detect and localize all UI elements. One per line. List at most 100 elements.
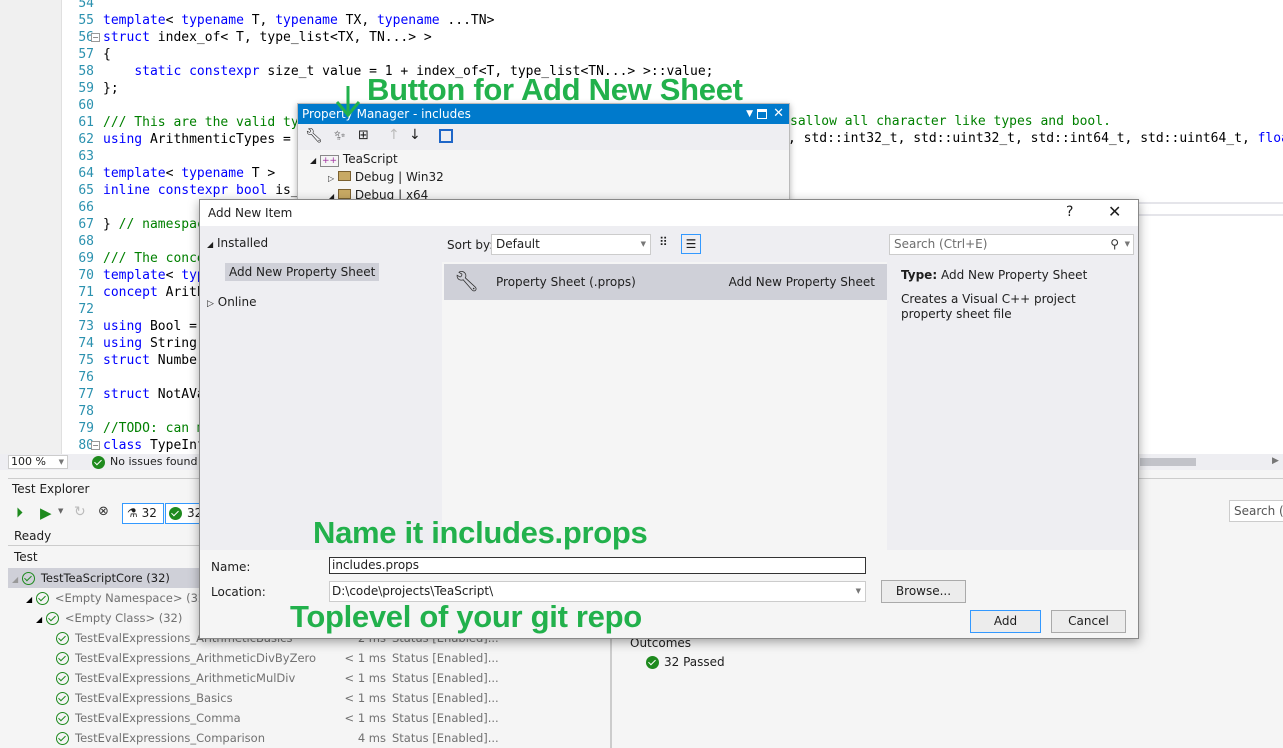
run-all-icon[interactable]: ⏵ bbox=[16, 505, 23, 521]
passed-icon bbox=[56, 692, 69, 705]
keyword: static constexpr bbox=[134, 64, 260, 79]
line-number: 78 bbox=[78, 404, 94, 419]
issues-text: No issues found bbox=[110, 455, 198, 468]
category-installed[interactable]: ◢ Installed bbox=[207, 236, 268, 250]
name-input[interactable]: includes.props bbox=[329, 557, 866, 574]
status-text: Ready bbox=[14, 529, 52, 543]
test-traits: Status [Enabled]... bbox=[392, 731, 499, 745]
keyword: template bbox=[103, 268, 166, 283]
dropdown-icon[interactable]: ▼ bbox=[746, 104, 753, 124]
test-duration: < 1 ms bbox=[344, 671, 386, 685]
chevron-down-icon[interactable]: ▼ bbox=[58, 507, 63, 515]
line-number: 61 bbox=[78, 115, 94, 130]
keyword: using bbox=[103, 132, 143, 147]
total-tests-filter[interactable]: ⚗ 32 bbox=[122, 503, 164, 524]
move-down-icon[interactable]: ↓ bbox=[409, 127, 421, 143]
code-text: T, bbox=[243, 13, 276, 28]
wrench-icon[interactable]: 🔧︎ bbox=[305, 128, 323, 144]
property-manager-window: Property Manager - includes ▼ ✕ 🔧︎ ✨︎ ⊞ … bbox=[297, 103, 790, 203]
template-list: 🔧︎ Property Sheet (.props) Add New Prope… bbox=[444, 262, 887, 550]
browse-button[interactable]: Browse... bbox=[881, 580, 966, 603]
line-number: 57 bbox=[78, 47, 94, 62]
line-number: 67 bbox=[78, 217, 94, 232]
test-search-input[interactable]: Search (C bbox=[1229, 500, 1283, 522]
keyword: using bbox=[103, 319, 143, 334]
run-icon[interactable]: ▶ bbox=[40, 504, 52, 522]
add-button[interactable]: Add bbox=[970, 610, 1041, 633]
tree-row-class[interactable]: ◢ <Empty Class> (32) bbox=[36, 608, 182, 628]
maximize-icon[interactable] bbox=[757, 109, 767, 119]
code-line: }; bbox=[103, 80, 119, 97]
test-name: TestEvalExpressions_Comparison bbox=[75, 731, 265, 745]
scroll-right-icon[interactable]: ▶ bbox=[1272, 456, 1279, 466]
test-traits: Status [Enabled]... bbox=[392, 651, 499, 665]
passed-icon bbox=[21, 572, 35, 585]
tree-project[interactable]: ◢ ++ TeaScript bbox=[310, 152, 398, 167]
tree-row-namespace[interactable]: ◢ <Empty Namespace> (32) bbox=[26, 588, 210, 608]
line-number: 55 bbox=[78, 13, 94, 28]
cancel-button[interactable]: Cancel bbox=[1051, 610, 1126, 633]
category-add-new-property-sheet[interactable]: Add New Property Sheet bbox=[225, 263, 380, 281]
cancel-run-icon[interactable]: ⊗ bbox=[98, 504, 109, 519]
code-text: , std::int32_t, std::uint32_t, std::int6… bbox=[788, 131, 1258, 146]
list-view-icon[interactable]: ☰ bbox=[681, 234, 701, 254]
keyword: typename bbox=[376, 13, 440, 28]
fold-toggle-icon[interactable]: − bbox=[91, 33, 100, 42]
editor-gutter bbox=[0, 0, 62, 454]
comment-text: // namespac bbox=[118, 217, 205, 232]
line-number: 63 bbox=[78, 149, 94, 164]
test-row[interactable]: TestEvalExpressions_Comma < 1 ms Status [E… bbox=[56, 708, 499, 728]
passed-icon bbox=[56, 732, 69, 745]
close-icon[interactable]: ✕ bbox=[1108, 202, 1121, 221]
line-number: 74 bbox=[78, 336, 94, 351]
line-number: 77 bbox=[78, 387, 94, 402]
save-icon[interactable] bbox=[439, 129, 453, 143]
line-number: 80 bbox=[78, 438, 94, 453]
fold-toggle-icon[interactable]: − bbox=[91, 441, 100, 450]
chevron-down-icon: ▼ bbox=[58, 458, 64, 466]
test-row[interactable]: TestEvalExpressions_ArithmeticDivByZero <… bbox=[56, 648, 499, 668]
template-type: Add New Property Sheet bbox=[728, 275, 875, 289]
template-item-property-sheet[interactable]: 🔧︎ Property Sheet (.props) Add New Prope… bbox=[444, 264, 887, 300]
code-fragment: , std::int32_t, std::uint32_t, std::int6… bbox=[788, 130, 1283, 147]
column-header-test[interactable]: Test bbox=[14, 550, 38, 564]
sort-dropdown[interactable]: Default ▼ bbox=[491, 234, 651, 255]
add-new-property-sheet-icon[interactable]: ✨︎ bbox=[334, 128, 346, 144]
comment-text: /// The conce bbox=[103, 251, 205, 266]
code-line: struct Number bbox=[103, 352, 205, 369]
help-button[interactable]: ? bbox=[1066, 204, 1073, 220]
repeat-icon[interactable]: ↻ bbox=[74, 504, 86, 520]
grid-view-icon[interactable]: ⠿ bbox=[659, 235, 668, 249]
test-traits: Status [Enabled]... bbox=[392, 671, 499, 685]
tree-label: <Empty Namespace> (32) bbox=[54, 591, 210, 605]
line-number: 54 bbox=[78, 0, 94, 11]
test-row[interactable]: TestEvalExpressions_Comparison 4 ms Status… bbox=[56, 728, 499, 748]
issues-indicator[interactable]: No issues found bbox=[92, 455, 197, 469]
test-row[interactable]: TestEvalExpressions_Basics < 1 ms Status [… bbox=[56, 688, 499, 708]
move-up-icon[interactable]: ↑ bbox=[388, 127, 400, 143]
add-existing-sheet-icon[interactable]: ⊞ bbox=[358, 128, 369, 143]
category-online[interactable]: ▷ Online bbox=[207, 295, 256, 309]
template-search-input[interactable]: Search (Ctrl+E) ⚲ ▼ bbox=[889, 234, 1134, 255]
current-line-highlight bbox=[1138, 202, 1283, 216]
code-line: template< typename T > bbox=[103, 165, 275, 182]
code-line: template< typename T, typename TX, typen… bbox=[103, 12, 494, 29]
test-row[interactable]: TestEvalExpressions_ArithmeticMulDiv < 1 … bbox=[56, 668, 499, 688]
code-line: template< typ bbox=[103, 267, 205, 284]
zoom-dropdown[interactable]: 100 % ▼ bbox=[8, 455, 68, 469]
test-duration: 4 ms bbox=[357, 731, 386, 745]
code-line: /// This are the valid typ bbox=[103, 114, 307, 131]
tree-config[interactable]: ▷ Debug | Win32 bbox=[328, 170, 444, 184]
line-number: 75 bbox=[78, 353, 94, 368]
type-label: Type: bbox=[901, 268, 938, 282]
line-number: 58 bbox=[78, 64, 94, 79]
horizontal-scrollbar-thumb[interactable] bbox=[1140, 458, 1196, 466]
check-circle-icon bbox=[169, 507, 182, 520]
code-line: inline constexpr bool is_a bbox=[103, 182, 307, 199]
line-number: 56 bbox=[78, 30, 94, 45]
code-text: < bbox=[165, 13, 182, 28]
code-text: Number bbox=[149, 353, 205, 368]
line-number: 62 bbox=[78, 132, 94, 147]
chevron-down-icon: ▼ bbox=[855, 587, 861, 595]
close-icon[interactable]: ✕ bbox=[773, 104, 784, 124]
